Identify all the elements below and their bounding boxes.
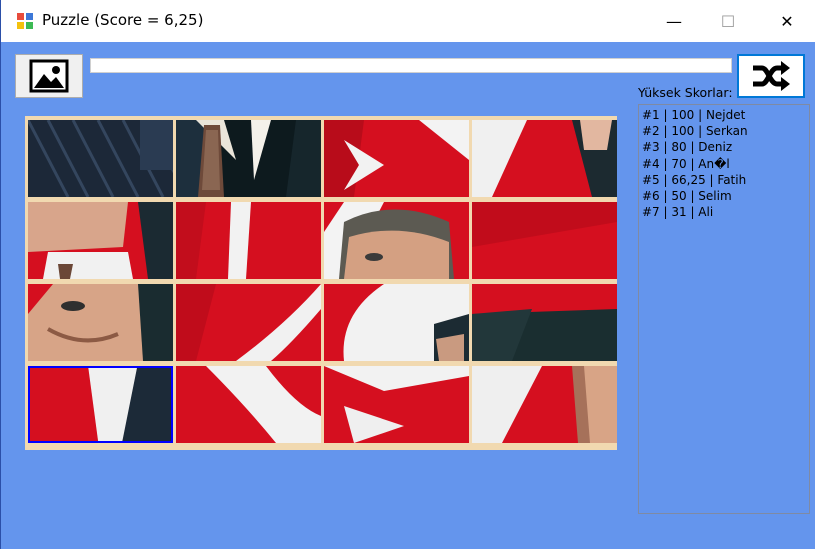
puzzle-tile-r3c3[interactable]: [472, 366, 617, 443]
high-scores-label: Yüksek Skorlar:: [638, 85, 733, 100]
puzzle-tile-r2c2[interactable]: [324, 284, 469, 361]
puzzle-tile-r1c3[interactable]: [472, 202, 617, 279]
image-button[interactable]: [15, 54, 83, 98]
score-item[interactable]: #7 | 31 | Ali: [642, 204, 806, 220]
close-button[interactable]: ✕: [758, 0, 815, 42]
image-icon: [29, 59, 69, 93]
puzzle-tile-r0c2[interactable]: [324, 120, 469, 197]
puzzle-tile-r2c3[interactable]: [472, 284, 617, 361]
puzzle-tile-r0c0[interactable]: [28, 120, 173, 197]
score-item[interactable]: #3 | 80 | Deniz: [642, 139, 806, 155]
puzzle-tile-r0c1[interactable]: [176, 120, 321, 197]
title-bar[interactable]: Puzzle (Score = 6,25) — ☐ ✕: [1, 0, 815, 42]
app-icon: [17, 13, 33, 29]
puzzle-tile-r1c0[interactable]: [28, 202, 173, 279]
puzzle-tile-r2c0[interactable]: [28, 284, 173, 361]
puzzle-board: [25, 116, 617, 450]
puzzle-tile-r0c3[interactable]: [472, 120, 617, 197]
puzzle-tile-r3c1[interactable]: [176, 366, 321, 443]
progress-bar: [90, 58, 732, 73]
high-scores-list[interactable]: #1 | 100 | Nejdet #2 | 100 | Serkan #3 |…: [638, 104, 810, 514]
score-item[interactable]: #5 | 66,25 | Fatih: [642, 172, 806, 188]
score-item[interactable]: #4 | 70 | An�l: [642, 156, 806, 172]
puzzle-window: Puzzle (Score = 6,25) — ☐ ✕ Yüksek Skorl…: [0, 0, 815, 549]
score-item[interactable]: #6 | 50 | Selim: [642, 188, 806, 204]
puzzle-tile-r2c1[interactable]: [176, 284, 321, 361]
score-item[interactable]: #2 | 100 | Serkan: [642, 123, 806, 139]
minimize-button[interactable]: —: [645, 0, 703, 42]
puzzle-tile-r3c2[interactable]: [324, 366, 469, 443]
puzzle-tile-r1c2[interactable]: [324, 202, 469, 279]
puzzle-tile-r1c1[interactable]: [176, 202, 321, 279]
puzzle-tile-r3c0[interactable]: [28, 366, 173, 443]
score-item[interactable]: #1 | 100 | Nejdet: [642, 107, 806, 123]
maximize-button[interactable]: ☐: [699, 0, 757, 42]
window-title: Puzzle (Score = 6,25): [42, 11, 204, 29]
shuffle-icon: [753, 61, 790, 91]
shuffle-button[interactable]: [737, 54, 805, 98]
